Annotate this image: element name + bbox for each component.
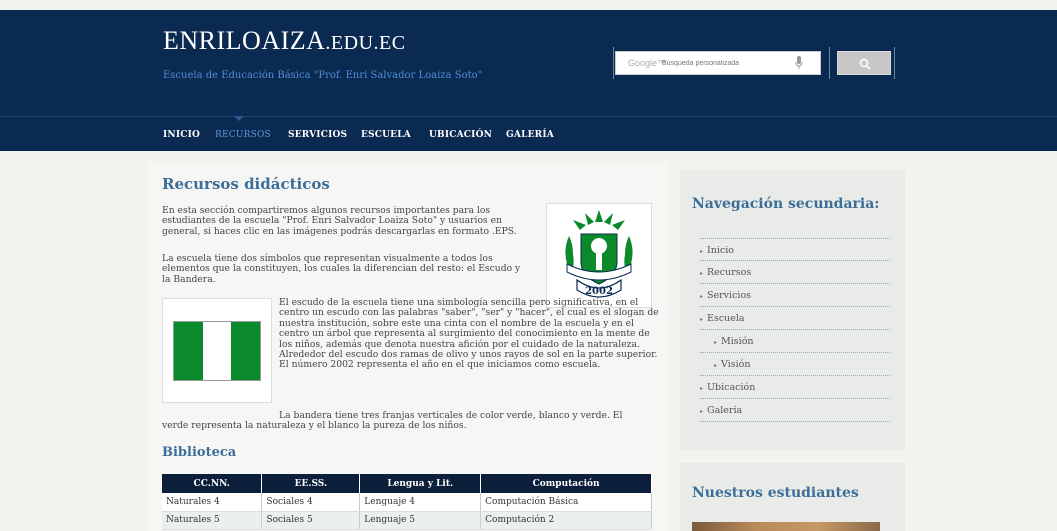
- book-link[interactable]: Sociales 5: [266, 515, 312, 525]
- sidebar-item-ubicacion[interactable]: ▸ Ubicación: [700, 376, 890, 399]
- sidebar-item-galeria[interactable]: ▸ Galería: [700, 399, 890, 422]
- bullet-icon: ▸: [700, 316, 704, 323]
- search-divider: [829, 47, 830, 79]
- site-logo[interactable]: ENRILOAIZA.EDU.EC: [163, 26, 406, 56]
- symbols-paragraph: La escuela tiene dos símbolos que repres…: [162, 253, 521, 285]
- table-row: Naturales 5 Sociales 5 Lenguaje 5 Comput…: [162, 511, 652, 530]
- bullet-icon: ▸: [700, 248, 704, 255]
- flag-stripe: [202, 322, 232, 380]
- bullet-icon: ▸: [700, 385, 704, 392]
- search-icon: [859, 58, 871, 70]
- bullet-icon: ▸: [700, 408, 704, 415]
- column-header: CC.NN.: [162, 474, 263, 493]
- escudo-description: El escudo de la escuela tiene una simbol…: [279, 297, 659, 371]
- book-link[interactable]: Naturales 5: [166, 515, 220, 525]
- book-link[interactable]: Sociales 4: [266, 497, 312, 507]
- nav-ubicacion[interactable]: UBICACIÓN: [429, 130, 492, 140]
- students-title: Nuestros estudiantes: [692, 485, 859, 501]
- sidebar-item-label: Recursos: [707, 267, 752, 278]
- nav-inicio[interactable]: INICIO: [163, 130, 200, 140]
- sidebar-item-vision[interactable]: ▸ Visión: [700, 353, 890, 376]
- escudo-image-link[interactable]: 2002: [546, 203, 652, 308]
- google-brand: Google™: [628, 58, 667, 68]
- book-link[interactable]: Computación Básica: [485, 497, 578, 507]
- sidebar-item-label: Escuela: [707, 313, 745, 324]
- search-divider: [894, 47, 895, 79]
- sidebar-item-label: Galería: [707, 405, 743, 416]
- students-photo[interactable]: [692, 522, 880, 531]
- secondary-nav-list: ▸ Inicio ▸ Recursos ▸ Servicios ▸ Escuela ▸ M…: [700, 238, 890, 422]
- sidebar-item-servicios[interactable]: ▸ Servicios: [700, 284, 890, 307]
- sidebar-item-label: Servicios: [707, 290, 752, 301]
- bullet-icon: ▸: [714, 362, 718, 369]
- nav-galeria[interactable]: GALERÍA: [506, 130, 554, 140]
- sidebar-item-mision[interactable]: ▸ Misión: [700, 330, 890, 353]
- nav-active-marker: [234, 116, 244, 121]
- nav-recursos[interactable]: RECURSOS: [215, 130, 271, 140]
- site-subtitle: Escuela de Educación Básica "Prof. Enri …: [163, 70, 483, 81]
- intro-paragraph: En esta sección compartiremos algunos re…: [162, 205, 517, 237]
- sidebar-item-inicio[interactable]: ▸ Inicio: [700, 238, 890, 261]
- nav-escuela[interactable]: ESCUELA: [361, 130, 411, 140]
- flag-stripe: [174, 322, 203, 380]
- logo-suffix: .EDU.EC: [325, 32, 406, 54]
- search-button[interactable]: [837, 51, 891, 75]
- sidebar-item-escuela[interactable]: ▸ Escuela: [700, 307, 890, 330]
- biblioteca-table: CC.NN. EE.SS. Lengua y Lit. Computación …: [162, 474, 652, 530]
- column-header: Lengua y Lit.: [359, 474, 482, 493]
- microphone-icon[interactable]: [795, 56, 803, 70]
- search-input[interactable]: [662, 56, 788, 70]
- search-divider: [613, 47, 614, 79]
- flag-stripe: [231, 322, 261, 380]
- svg-text:2002: 2002: [585, 286, 613, 297]
- biblioteca-title: Biblioteca: [162, 445, 237, 460]
- sidebar-item-label: Visión: [721, 359, 751, 370]
- search-box[interactable]: Google™: [615, 51, 821, 75]
- sidebar-item-label: Ubicación: [707, 382, 756, 393]
- sidebar-item-recursos[interactable]: ▸ Recursos: [700, 261, 890, 284]
- nav-servicios[interactable]: SERVICIOS: [288, 130, 347, 140]
- sidebar-item-label: Misión: [721, 336, 754, 347]
- book-link[interactable]: Lenguaje 5: [364, 515, 415, 525]
- column-header: Computación: [480, 474, 652, 493]
- book-link[interactable]: Naturales 4: [166, 497, 220, 507]
- bullet-icon: ▸: [700, 270, 704, 277]
- bandera-description-line2: verde representa la naturaleza y el blan…: [162, 420, 467, 431]
- page-title: Recursos didácticos: [162, 175, 330, 193]
- sidebar-item-label: Inicio: [707, 245, 735, 256]
- secondary-nav-title: Navegación secundaria:: [692, 196, 880, 212]
- book-link[interactable]: Lenguaje 4: [364, 497, 415, 507]
- bullet-icon: ▸: [700, 293, 704, 300]
- site-header: [0, 10, 1057, 116]
- bandera-image-link[interactable]: [162, 298, 272, 403]
- bullet-icon: ▸: [714, 339, 718, 346]
- logo-main: ENRILOAIZA: [163, 26, 326, 55]
- school-flag: [173, 321, 261, 381]
- school-shield-icon: 2002: [565, 210, 633, 298]
- column-header: EE.SS.: [261, 474, 361, 493]
- book-link[interactable]: Computación 2: [485, 515, 554, 525]
- table-row: Naturales 4 Sociales 4 Lenguaje 4 Comput…: [162, 493, 652, 512]
